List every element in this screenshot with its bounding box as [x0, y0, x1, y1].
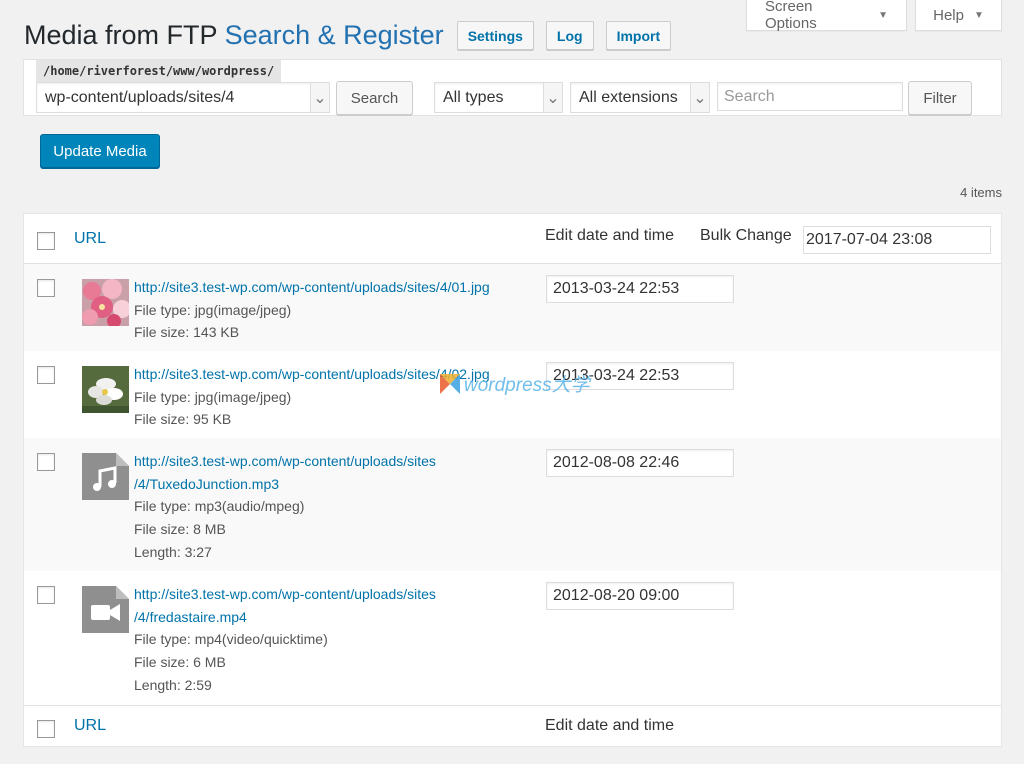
directory-select-value: wp-content/uploads/sites/4: [45, 88, 235, 106]
media-url-line: /4/TuxedoJunction.mp3: [134, 475, 280, 492]
search-button[interactable]: Search: [336, 81, 413, 115]
row-info: http://site3.test-wp.com/wp-content/uplo…: [134, 450, 436, 564]
row-checkbox[interactable]: [37, 453, 55, 471]
date-column-footer: Edit date and time: [545, 717, 674, 734]
table-header: URL Edit date and time Bulk Change 2017-…: [24, 214, 1001, 264]
row-checkbox[interactable]: [37, 279, 55, 297]
media-url-line: http://site3.test-wp.com/wp-content/uplo…: [134, 453, 436, 469]
help-label: Help: [933, 6, 964, 24]
type-select-value: All types: [443, 88, 504, 106]
row-checkbox[interactable]: [37, 366, 55, 384]
search-input[interactable]: Search: [717, 82, 903, 111]
media-table: URL Edit date and time Bulk Change 2017-…: [23, 213, 1002, 747]
video-file-icon: [82, 586, 129, 633]
chevron-down-icon: ⌄: [690, 83, 709, 112]
type-select[interactable]: All types ⌄: [434, 82, 563, 113]
date-column-header: Edit date and time: [545, 227, 674, 244]
file-size: File size: 95 KB: [134, 411, 232, 428]
url-column-footer[interactable]: URL: [74, 717, 106, 735]
bulk-change-input[interactable]: 2017-07-04 23:08: [803, 226, 991, 254]
help-button[interactable]: Help ▼: [915, 0, 1002, 31]
page-header: Media from FTP Search & Register Setting…: [24, 20, 672, 51]
import-button[interactable]: Import: [605, 21, 672, 50]
file-size: File size: 143 KB: [134, 324, 240, 341]
filter-button[interactable]: Filter: [908, 81, 972, 115]
chevron-down-icon: ⌄: [310, 83, 329, 112]
file-type: File type: jpg(image/jpeg): [134, 388, 292, 405]
base-path-label: /home/riverforest/www/wordpress/: [36, 60, 282, 82]
media-url-link[interactable]: http://site3.test-wp.com/wp-content/uplo…: [134, 276, 490, 299]
file-type: File type: mp3(audio/mpeg): [134, 498, 305, 515]
extension-select[interactable]: All extensions ⌄: [570, 82, 710, 113]
date-input[interactable]: 2012-08-08 22:46: [546, 449, 734, 477]
file-type: File type: mp4(video/quicktime): [134, 631, 328, 648]
directory-select[interactable]: wp-content/uploads/sites/4 ⌄: [36, 82, 330, 113]
page-title-accent: Search & Register: [224, 20, 444, 50]
file-size: File size: 6 MB: [134, 654, 226, 671]
file-type: File type: jpg(image/jpeg): [134, 301, 292, 318]
audio-file-icon: [82, 453, 129, 500]
file-size: File size: 8 MB: [134, 521, 226, 538]
file-length: Length: 3:27: [134, 543, 212, 560]
items-count: 4 items: [960, 185, 1002, 200]
media-url-line: http://site3.test-wp.com/wp-content/uplo…: [134, 586, 436, 602]
row-info: http://site3.test-wp.com/wp-content/uplo…: [134, 276, 490, 344]
media-url-link[interactable]: http://site3.test-wp.com/wp-content/uplo…: [134, 583, 436, 628]
watermark-text: wordpress大学: [464, 375, 590, 396]
watermark: wordpress大学: [440, 370, 590, 397]
date-input[interactable]: 2013-03-24 22:53: [546, 275, 734, 303]
table-row: http://site3.test-wp.com/wp-content/uplo…: [24, 264, 1001, 351]
screen-options-button[interactable]: Screen Options ▼: [746, 0, 907, 32]
media-url-link[interactable]: http://site3.test-wp.com/wp-content/uplo…: [134, 450, 436, 495]
search-panel: /home/riverforest/www/wordpress/ wp-cont…: [23, 59, 1002, 116]
settings-button[interactable]: Settings: [456, 21, 534, 50]
update-media-button[interactable]: Update Media: [40, 134, 160, 168]
caret-down-icon: ▼: [973, 9, 984, 21]
table-row: http://site3.test-wp.com/wp-content/uplo…: [24, 571, 1001, 705]
image-thumbnail: [82, 279, 129, 326]
screen-options-label: Screen Options: [765, 0, 817, 32]
bulk-change-label: Bulk Change: [700, 227, 792, 244]
row-checkbox[interactable]: [37, 586, 55, 604]
url-column-header[interactable]: URL: [74, 230, 106, 248]
select-all-checkbox[interactable]: [37, 232, 55, 250]
page-title: Media from FTP Search & Register: [24, 20, 444, 51]
media-url-line: /4/fredastaire.mp4: [134, 608, 247, 625]
media-url-link[interactable]: http://site3.test-wp.com/wp-content/uplo…: [134, 363, 490, 386]
row-info: http://site3.test-wp.com/wp-content/uplo…: [134, 363, 490, 431]
row-info: http://site3.test-wp.com/wp-content/uplo…: [134, 583, 436, 697]
caret-down-icon: ▼: [878, 9, 888, 21]
table-row: http://site3.test-wp.com/wp-content/uplo…: [24, 438, 1001, 571]
extension-select-value: All extensions: [579, 88, 678, 106]
title-actions: Settings Log Import: [456, 21, 672, 50]
image-thumbnail: [82, 366, 129, 413]
log-button[interactable]: Log: [545, 21, 594, 50]
page-title-plain: Media from FTP: [24, 20, 218, 50]
screen-meta-links: Screen Options ▼ Help ▼: [746, 0, 1002, 32]
watermark-logo-icon: [440, 373, 460, 394]
file-length: Length: 2:59: [134, 676, 212, 693]
date-input[interactable]: 2012-08-20 09:00: [546, 582, 734, 610]
select-all-checkbox-footer[interactable]: [37, 720, 55, 738]
table-footer: URL Edit date and time: [24, 705, 1001, 747]
chevron-down-icon: ⌄: [543, 83, 562, 112]
